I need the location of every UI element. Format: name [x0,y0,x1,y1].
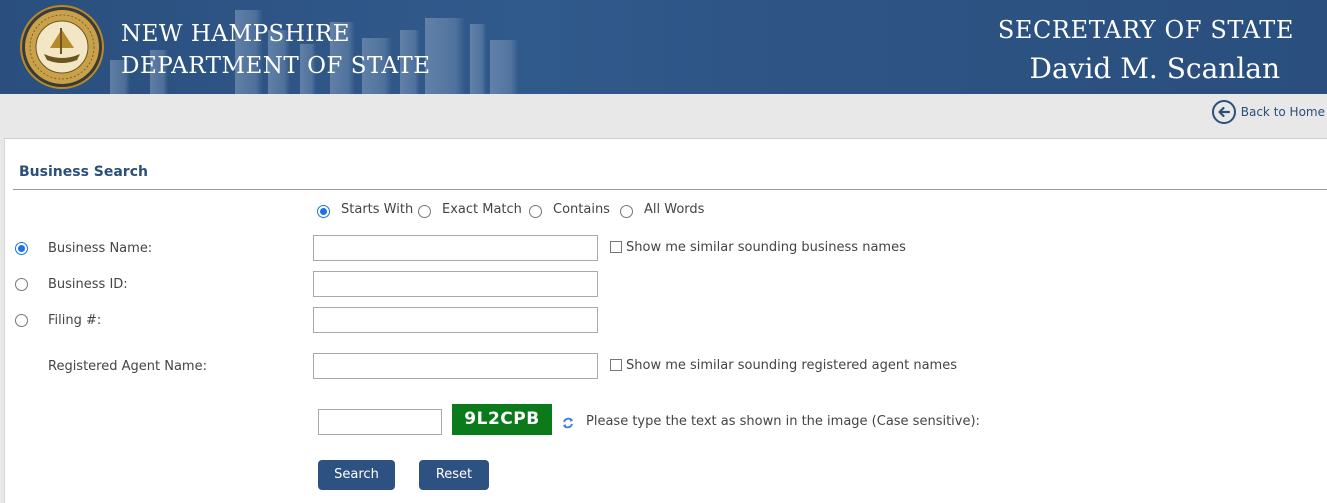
department-title: NEW HAMPSHIRE DEPARTMENT OF STATE [121,18,431,82]
refresh-captcha-icon[interactable] [561,416,575,430]
contains-label: Contains [553,202,610,217]
title-divider [13,189,1327,190]
business-id-radio[interactable] [15,278,28,291]
similar-agent-names-label: Show me similar sounding registered agen… [626,358,957,373]
similar-business-names-label: Show me similar sounding business names [626,240,906,255]
business-name-label: Business Name: [48,241,153,256]
filing-number-label: Filing #: [48,313,102,328]
similar-agent-names-checkbox[interactable] [610,359,622,371]
business-id-input[interactable] [313,271,598,297]
starts-with-radio[interactable] [317,205,330,218]
header-banner: NEW HAMPSHIRE DEPARTMENT OF STATE SECRET… [0,0,1327,94]
captcha-image: 9L2CPB [452,404,552,435]
registered-agent-input[interactable] [313,353,598,379]
business-name-radio[interactable] [15,242,28,255]
starts-with-label: Starts With [341,202,414,217]
back-to-home-link[interactable]: Back to Home [1211,99,1325,125]
filing-number-radio[interactable] [15,314,28,327]
contains-radio[interactable] [529,205,542,218]
captcha-instruction: Please type the text as shown in the ima… [586,414,980,429]
state-seal-logo [20,5,104,89]
search-button[interactable]: Search [318,460,395,490]
similar-business-names-checkbox[interactable] [610,241,622,253]
business-search-panel: Business Search Starts With Exact Match … [4,138,1327,503]
department-line-2: DEPARTMENT OF STATE [121,53,431,79]
official-name: David M. Scanlan [1029,52,1280,85]
department-line-1: NEW HAMPSHIRE [121,21,351,47]
registered-agent-label: Registered Agent Name: [48,359,207,374]
filing-number-input[interactable] [313,307,598,333]
business-name-input[interactable] [313,235,598,261]
captcha-input[interactable] [318,409,442,435]
exact-match-radio[interactable] [418,205,431,218]
business-id-label: Business ID: [48,277,128,292]
panel-title: Business Search [19,164,148,180]
reset-button[interactable]: Reset [419,460,489,490]
back-arrow-circle-icon [1211,100,1236,124]
all-words-label: All Words [644,202,705,217]
office-title: SECRETARY OF STATE [997,16,1294,44]
back-to-home-label: Back to Home [1240,105,1325,119]
all-words-radio[interactable] [620,205,633,218]
exact-match-label: Exact Match [442,202,522,217]
